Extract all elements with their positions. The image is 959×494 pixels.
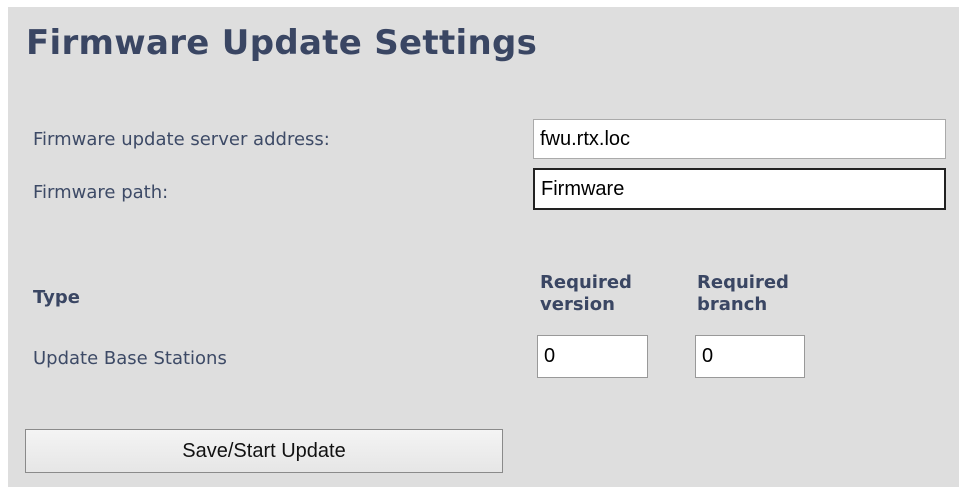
settings-panel [8, 7, 959, 487]
server-address-label: Firmware update server address: [33, 129, 330, 150]
page-title: Firmware Update Settings [26, 23, 538, 63]
required-branch-input[interactable] [695, 335, 805, 378]
server-address-input[interactable] [533, 119, 946, 159]
required-version-header-line2: version [540, 294, 615, 315]
update-base-stations-label: Update Base Stations [33, 348, 227, 369]
required-branch-header-line1: Required [697, 272, 789, 293]
required-version-header-line1: Required [540, 272, 632, 293]
required-version-column-header: Required version [540, 272, 632, 316]
required-branch-header-line2: branch [697, 294, 768, 315]
save-start-update-button[interactable]: Save/Start Update [25, 429, 503, 473]
firmware-path-input[interactable] [533, 168, 946, 210]
required-version-input[interactable] [537, 335, 648, 378]
required-branch-column-header: Required branch [697, 272, 789, 316]
firmware-path-label: Firmware path: [33, 182, 169, 203]
type-column-header: Type [33, 287, 80, 308]
